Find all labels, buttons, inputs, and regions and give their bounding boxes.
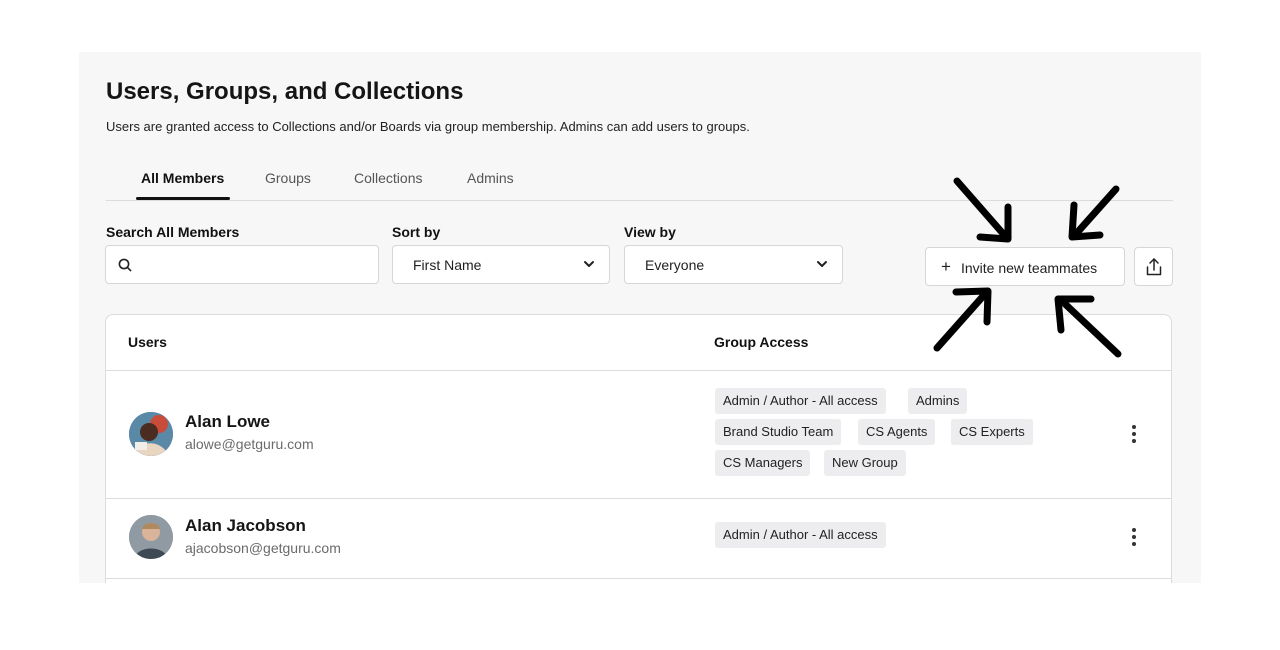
search-label: Search All Members: [106, 224, 240, 240]
tab-groups[interactable]: Groups: [265, 170, 311, 186]
share-icon: [1146, 258, 1162, 276]
user-name: Alan Jacobson: [185, 516, 306, 535]
tab-collections[interactable]: Collections: [354, 170, 422, 186]
plus-icon: +: [941, 257, 951, 276]
group-tag: Brand Studio Team: [715, 419, 842, 445]
row-divider: [106, 578, 1171, 579]
chevron-down-icon: [817, 261, 827, 267]
row-divider: [106, 498, 1171, 499]
sort-select[interactable]: First Name: [392, 245, 610, 284]
members-table: Users Group Access Alan Lowe alowe@getgu…: [105, 314, 1172, 583]
row-menu-button[interactable]: [1130, 528, 1138, 550]
row-menu-button[interactable]: [1130, 425, 1138, 447]
header-divider: [106, 370, 1171, 371]
avatar: [129, 515, 173, 559]
user-email: ajacobson@getguru.com: [185, 540, 341, 556]
page-title: Users, Groups, and Collections: [106, 78, 464, 105]
invite-button-label: Invite new teammates: [961, 260, 1098, 276]
chevron-down-icon: [584, 261, 594, 267]
page-subtitle: Users are granted access to Collections …: [106, 119, 750, 134]
export-button[interactable]: [1134, 247, 1173, 286]
users-column-header: Users: [128, 334, 167, 350]
users-groups-panel: Users, Groups, and Collections Users are…: [79, 52, 1201, 583]
invite-teammates-button[interactable]: + Invite new teammates: [925, 247, 1125, 286]
view-select[interactable]: Everyone: [624, 245, 843, 284]
active-tab-indicator: [136, 197, 230, 200]
group-tag: CS Managers: [715, 450, 811, 476]
tab-all-members[interactable]: All Members: [141, 170, 224, 186]
user-email: alowe@getguru.com: [185, 436, 314, 452]
group-tag: Admins: [908, 388, 968, 414]
sort-value: First Name: [413, 257, 482, 273]
tab-admins[interactable]: Admins: [467, 170, 514, 186]
view-value: Everyone: [645, 257, 705, 273]
avatar: [129, 412, 173, 456]
view-label: View by: [624, 224, 676, 240]
group-tag: CS Agents: [858, 419, 936, 445]
group-tag: Admin / Author - All access: [715, 388, 886, 414]
search-input[interactable]: [105, 245, 379, 284]
user-name: Alan Lowe: [185, 412, 271, 431]
search-icon: [118, 258, 132, 272]
group-tag: New Group: [824, 450, 906, 476]
group-tag: Admin / Author - All access: [715, 522, 886, 548]
group-access-column-header: Group Access: [714, 334, 809, 350]
sort-label: Sort by: [392, 224, 441, 240]
group-tag: CS Experts: [951, 419, 1033, 445]
tab-bar: All Members Groups Collections Admins: [106, 168, 1173, 201]
